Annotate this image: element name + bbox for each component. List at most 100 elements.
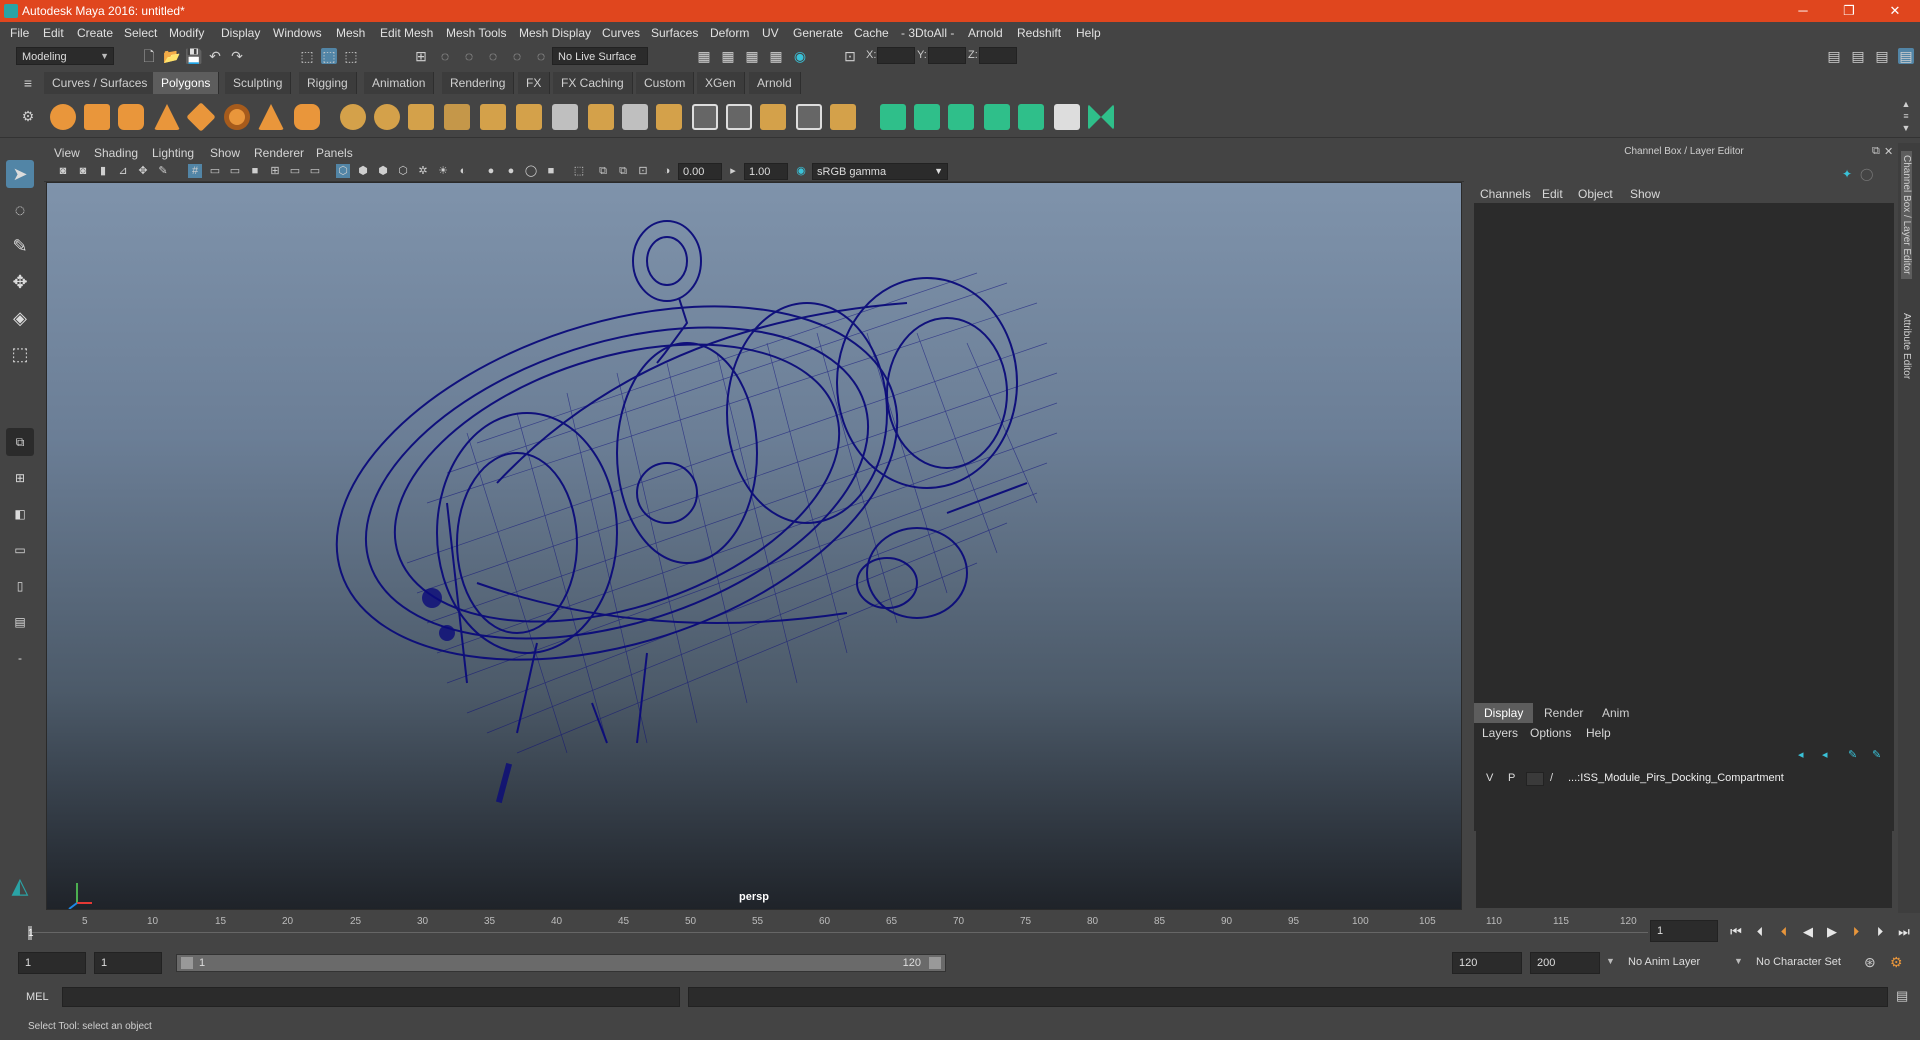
render-frame-icon[interactable]: ▦ bbox=[720, 48, 736, 64]
undo-icon[interactable]: ↶ bbox=[207, 48, 223, 64]
merge-icon[interactable] bbox=[760, 104, 786, 130]
camera-attributes-icon[interactable]: ◙ bbox=[76, 164, 90, 178]
grease-pencil-icon[interactable]: ✎ bbox=[156, 164, 170, 178]
layer-tab-render[interactable]: Render bbox=[1534, 703, 1593, 723]
save-scene-icon[interactable]: 💾 bbox=[185, 48, 202, 64]
menu-mesh-display[interactable]: Mesh Display bbox=[519, 26, 591, 40]
spherical-uv-icon[interactable] bbox=[948, 104, 974, 130]
play-forwards-icon[interactable]: ▶ bbox=[1822, 922, 1842, 942]
color-management-icon[interactable]: ◉ bbox=[794, 164, 808, 178]
smooth-icon[interactable] bbox=[408, 104, 434, 130]
wireframe-on-shaded-icon[interactable]: ⬡ bbox=[396, 164, 410, 178]
step-forward-frame-icon[interactable]: ⏵ bbox=[1870, 922, 1890, 942]
layer-visibility-toggle[interactable]: V bbox=[1486, 772, 1493, 784]
menu-mesh[interactable]: Mesh bbox=[336, 26, 365, 40]
menu-create[interactable]: Create bbox=[77, 26, 113, 40]
xray-icon[interactable]: ⧉ bbox=[596, 164, 610, 178]
target-weld-icon[interactable] bbox=[726, 104, 752, 130]
cb-menu-edit[interactable]: Edit bbox=[1542, 187, 1563, 201]
four-pane-layout-icon[interactable]: ⊞ bbox=[6, 464, 34, 492]
snap-live-icon[interactable]: ◌ bbox=[533, 48, 549, 64]
insert-loop-icon[interactable] bbox=[830, 104, 856, 130]
menu-help[interactable]: Help bbox=[1076, 26, 1101, 40]
auto-key-icon[interactable]: ⊛ bbox=[1864, 954, 1876, 971]
attribute-editor-toggle-icon[interactable]: ▤ bbox=[1850, 48, 1866, 64]
side-tab-attribute-editor[interactable]: Attribute Editor bbox=[1901, 313, 1912, 379]
channel-box-icon[interactable]: ✦ bbox=[1842, 167, 1852, 181]
cb-menu-show[interactable]: Show bbox=[1630, 187, 1660, 201]
uv-editor-icon[interactable] bbox=[1088, 104, 1114, 130]
menu-mesh-tools[interactable]: Mesh Tools bbox=[446, 26, 506, 40]
unfold-uv-icon[interactable] bbox=[1018, 104, 1044, 130]
select-camera-icon[interactable]: ◙ bbox=[56, 164, 70, 178]
menu-3dtoall[interactable]: - 3DtoAll - bbox=[901, 26, 954, 40]
depth-of-field-icon[interactable]: ■ bbox=[544, 164, 558, 178]
x-field[interactable] bbox=[877, 47, 915, 64]
render-settings-icon[interactable]: ▦ bbox=[696, 48, 712, 64]
menu-display[interactable]: Display bbox=[221, 26, 260, 40]
safe-action-icon[interactable]: ▭ bbox=[288, 164, 302, 178]
shadows-icon[interactable]: ◐ bbox=[456, 164, 470, 178]
persp-outliner-layout-icon[interactable]: ▯ bbox=[6, 572, 34, 600]
layout-menu-icon[interactable]: - bbox=[6, 644, 34, 672]
use-all-lights-icon[interactable]: ☀ bbox=[436, 164, 450, 178]
menu-cache[interactable]: Cache bbox=[854, 26, 889, 40]
ipr-render-icon[interactable]: ▦ bbox=[744, 48, 760, 64]
wireframe-model[interactable] bbox=[47, 183, 1462, 910]
isolate-select-icon[interactable]: ⬚ bbox=[572, 164, 586, 178]
default-material-icon[interactable]: ⬢ bbox=[376, 164, 390, 178]
gamma-icon[interactable]: ▸ bbox=[726, 164, 740, 178]
range-slider-end-handle[interactable] bbox=[929, 957, 941, 969]
layer-tab-anim[interactable]: Anim bbox=[1592, 703, 1639, 723]
current-frame-field[interactable]: 1 bbox=[1650, 920, 1718, 942]
tool-settings-icon[interactable]: ▤ bbox=[1874, 48, 1890, 64]
mel-input[interactable] bbox=[62, 987, 680, 1007]
resolution-gate-icon[interactable]: ▭ bbox=[228, 164, 242, 178]
menu-surfaces[interactable]: Surfaces bbox=[651, 26, 698, 40]
shelf-tab-fx[interactable]: FX bbox=[518, 72, 551, 94]
shelf-tab-custom[interactable]: Custom bbox=[636, 72, 695, 94]
shelf-tab-sculpting[interactable]: Sculpting bbox=[225, 72, 292, 94]
gate-mask-icon[interactable]: ■ bbox=[248, 164, 262, 178]
float-panel-icon[interactable]: ⧉ bbox=[1872, 145, 1880, 158]
exposure-field[interactable]: 0.00 bbox=[678, 163, 722, 180]
layer-color-icon[interactable]: / bbox=[1550, 772, 1553, 784]
play-backwards-icon[interactable]: ◀ bbox=[1798, 922, 1818, 942]
vp-menu-panels[interactable]: Panels bbox=[316, 146, 353, 160]
step-back-frame-icon[interactable]: ⏴ bbox=[1750, 922, 1770, 942]
vp-menu-lighting[interactable]: Lighting bbox=[152, 146, 194, 160]
single-pane-layout-icon[interactable]: ⧉ bbox=[6, 428, 34, 456]
color-space-dropdown[interactable]: sRGB gamma ▼ bbox=[812, 163, 948, 180]
vp-menu-view[interactable]: View bbox=[54, 146, 80, 160]
poly-pipe-icon[interactable] bbox=[294, 104, 320, 130]
layer-row[interactable]: V P / ...:ISS_Module_Pirs_Docking_Compar… bbox=[1476, 770, 1892, 788]
bevel-icon[interactable] bbox=[588, 104, 614, 130]
move-layer-up-icon[interactable]: ◂ bbox=[1798, 748, 1804, 761]
gamma-field[interactable]: 1.00 bbox=[744, 163, 788, 180]
shelf-gear-icon[interactable]: ⚙ bbox=[20, 108, 36, 124]
snap-grid-icon[interactable]: ⊞ bbox=[413, 48, 429, 64]
screen-space-ao-icon[interactable]: ● bbox=[484, 164, 498, 178]
safe-title-icon[interactable]: ▭ bbox=[308, 164, 322, 178]
mel-label[interactable]: MEL bbox=[26, 991, 49, 1003]
channel-box-toggle-icon[interactable]: ▤ bbox=[1898, 48, 1914, 64]
hypershade-icon[interactable]: ◉ bbox=[792, 48, 808, 64]
animation-prefs-icon[interactable]: ⚙ bbox=[1890, 954, 1903, 971]
script-editor-icon[interactable]: ▤ bbox=[1896, 988, 1908, 1004]
menu-edit-mesh[interactable]: Edit Mesh bbox=[380, 26, 433, 40]
close-panel-icon[interactable]: ✕ bbox=[1884, 145, 1893, 158]
extrude-icon[interactable] bbox=[516, 104, 542, 130]
move-tool-icon[interactable]: ✥ bbox=[6, 268, 34, 296]
poly-cylinder-icon[interactable] bbox=[118, 104, 144, 130]
vp-menu-renderer[interactable]: Renderer bbox=[254, 146, 304, 160]
menuset-dropdown[interactable]: Modeling ▼ bbox=[16, 47, 114, 65]
menu-windows[interactable]: Windows bbox=[273, 26, 322, 40]
step-back-key-icon[interactable]: ⏴ bbox=[1774, 922, 1794, 942]
go-to-start-icon[interactable]: ⏮ bbox=[1726, 922, 1746, 942]
shelf-tab-arnold[interactable]: Arnold bbox=[749, 72, 801, 94]
chevron-down-icon[interactable]: ▼ bbox=[1606, 956, 1615, 966]
shelf-tab-fx-caching[interactable]: FX Caching bbox=[553, 72, 633, 94]
menu-modify[interactable]: Modify bbox=[169, 26, 204, 40]
minimize-button[interactable]: ─ bbox=[1780, 0, 1826, 22]
y-field[interactable] bbox=[928, 47, 966, 64]
